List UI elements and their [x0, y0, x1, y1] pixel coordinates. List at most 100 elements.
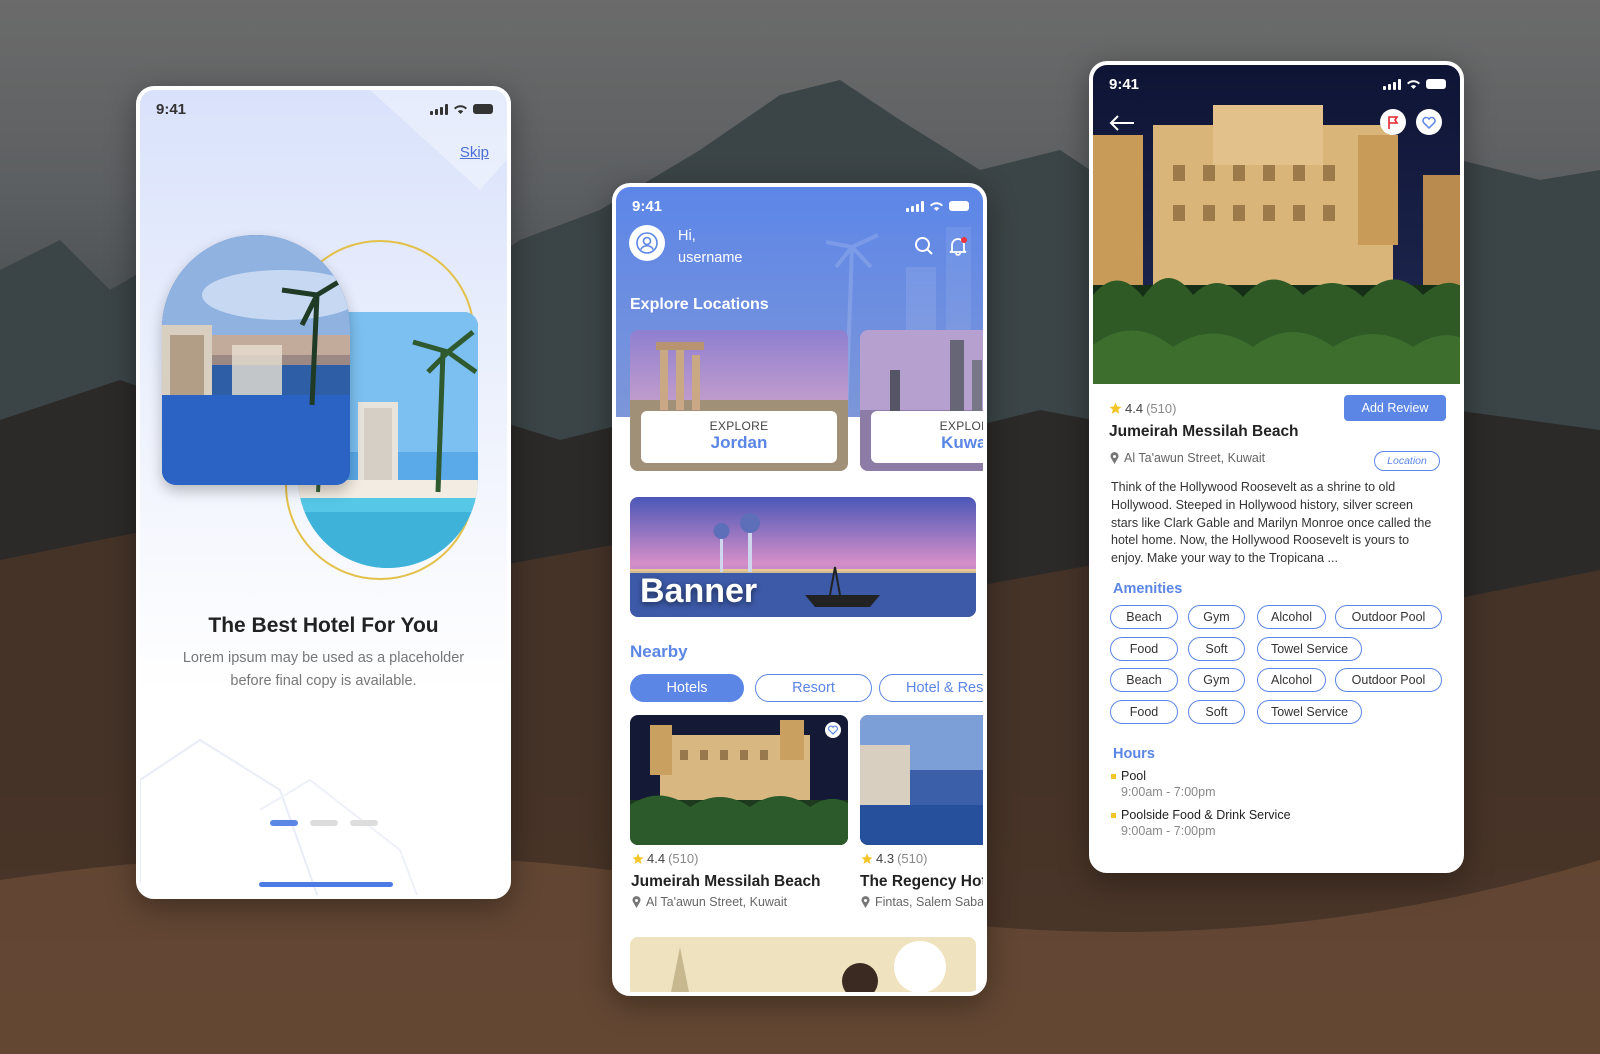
avatar[interactable]: [629, 225, 665, 261]
banner[interactable]: Banner: [630, 497, 976, 617]
skip-link[interactable]: Skip: [460, 144, 489, 161]
greeting-hi: Hi,: [678, 228, 696, 244]
amenity-chip: Alcohol: [1257, 668, 1326, 692]
hotel-address-text: Al Ta'awun Street, Kuwait: [646, 895, 788, 909]
battery-icon: [949, 201, 969, 211]
heart-icon: [1422, 116, 1436, 129]
page-dot-2[interactable]: [310, 820, 338, 826]
hotel-address-text: Fintas, Salem Sabah: [875, 895, 987, 909]
search-icon[interactable]: [914, 236, 934, 256]
greeting-username: username: [678, 250, 743, 266]
hours-item: Pool 9:00am - 7:00pm: [1111, 768, 1216, 800]
amenity-chip: Towel Service: [1257, 637, 1362, 661]
back-arrow-icon[interactable]: [1109, 115, 1135, 131]
location-kicker: EXPLORE: [939, 419, 983, 433]
hotel-address: Al Ta'awun Street, Kuwait: [632, 895, 787, 909]
status-bar: 9:41: [1093, 65, 1460, 103]
promo-card-image[interactable]: [630, 937, 976, 992]
amenity-chip: Food: [1110, 700, 1178, 724]
report-button[interactable]: [1380, 109, 1406, 135]
page-dot-3[interactable]: [350, 820, 378, 826]
hotel-rating: 4.4 (510): [632, 851, 698, 866]
hotel-detail-screen: 9:41 4.4 (510) Add Review Jumeirah Messi…: [1089, 61, 1464, 873]
battery-icon: [473, 104, 493, 114]
status-time: 9:41: [156, 100, 187, 118]
wifi-icon: [930, 201, 943, 211]
hotel-address-text: Al Ta'awun Street, Kuwait: [1124, 451, 1266, 465]
onboarding-title: The Best Hotel For You: [208, 614, 439, 637]
hours-title: Hours: [1113, 746, 1155, 762]
hotel-name[interactable]: Jumeirah Messilah Beach: [631, 873, 821, 891]
status-bar: 9:41: [616, 187, 983, 225]
hotel-name: Jumeirah Messilah Beach: [1109, 423, 1299, 440]
nearby-title: Nearby: [630, 642, 688, 661]
flag-icon: [1388, 115, 1399, 129]
favorite-button[interactable]: [1416, 109, 1442, 135]
review-count: (510): [668, 851, 699, 866]
location-card-jordan[interactable]: EXPLORE Jordan: [630, 330, 848, 471]
review-count: (510): [1146, 401, 1177, 416]
filter-chip-hotel-resort[interactable]: Hotel & Resort: [879, 674, 983, 702]
banner-title: Banner: [640, 572, 758, 610]
add-review-button[interactable]: Add Review: [1344, 395, 1446, 421]
home-indicator: [259, 882, 393, 887]
location-name: Kuwait: [941, 433, 987, 452]
location-label: EXPLORE Jordan: [641, 411, 837, 463]
location-pin-icon: [632, 896, 641, 908]
hotel-card-image[interactable]: [860, 715, 983, 845]
filter-chip-hotels[interactable]: Hotels: [630, 674, 744, 702]
rating-value: 4.3: [876, 851, 895, 866]
amenity-chip: Outdoor Pool: [1335, 668, 1442, 692]
location-button[interactable]: Location: [1374, 451, 1440, 471]
hotel-description: Think of the Hollywood Roosevelt as a sh…: [1111, 480, 1432, 566]
location-pin-icon: [1110, 452, 1119, 464]
star-icon: [861, 853, 873, 864]
amenity-chip: Food: [1110, 637, 1178, 661]
hotel-hero-image: [1093, 65, 1460, 384]
heart-icon: [828, 725, 838, 735]
hotel-address: Al Ta'awun Street, Kuwait: [1110, 451, 1265, 465]
amenity-chip: Alcohol: [1257, 605, 1326, 629]
page-dot-1[interactable]: [270, 820, 298, 826]
hours-item-time: 9:00am - 7:00pm: [1121, 824, 1216, 838]
location-pin-icon: [861, 896, 870, 908]
amenity-chip: Gym: [1188, 668, 1245, 692]
onboarding-subtitle: Lorem ipsum may be used as a placeholder…: [182, 650, 465, 689]
battery-icon: [1426, 79, 1446, 89]
signal-icon: [906, 200, 924, 212]
amenity-chip: Towel Service: [1257, 700, 1362, 724]
location-kicker: EXPLORE: [709, 419, 769, 433]
amenity-chip: Gym: [1188, 605, 1245, 629]
hotel-address: Fintas, Salem Sabah: [861, 895, 987, 909]
home-screen: 9:41 Hi, username Explore Locations EXPL…: [612, 183, 987, 996]
greeting: Hi, username: [678, 225, 742, 269]
star-icon: [632, 853, 644, 864]
star-icon: [1109, 402, 1122, 414]
signal-icon: [1383, 78, 1401, 90]
hotel-name[interactable]: The Regency Hotel: [860, 873, 983, 891]
review-count: (510): [897, 851, 928, 866]
bell-icon[interactable]: [948, 236, 968, 256]
resort-image: [162, 235, 350, 485]
hours-item: Poolside Food & Drink Service 9:00am - 7…: [1111, 807, 1291, 839]
favorite-button[interactable]: [825, 722, 841, 738]
hotel-rating: 4.4 (510): [1109, 401, 1176, 416]
rating-value: 4.4: [1125, 401, 1144, 416]
page-indicator[interactable]: [270, 820, 378, 826]
status-bar: 9:41: [140, 90, 507, 128]
hours-item-name: Pool: [1121, 769, 1147, 783]
location-label: EXPLORE Kuwait: [871, 411, 987, 463]
amenity-chip: Soft: [1188, 637, 1245, 661]
hours-item-time: 9:00am - 7:00pm: [1121, 785, 1216, 799]
amenity-chip: Beach: [1110, 605, 1178, 629]
hotel-card-image[interactable]: [630, 715, 848, 845]
filter-chip-resort[interactable]: Resort: [755, 674, 872, 702]
amenities-title: Amenities: [1113, 581, 1183, 597]
wifi-icon: [454, 104, 467, 114]
wifi-icon: [1407, 79, 1420, 89]
hotel-rating: 4.3 (510): [861, 851, 927, 866]
location-card-kuwait[interactable]: EXPLORE Kuwait: [860, 330, 987, 471]
user-icon: [636, 232, 658, 254]
amenity-chip: Soft: [1188, 700, 1245, 724]
status-time: 9:41: [1109, 75, 1140, 93]
